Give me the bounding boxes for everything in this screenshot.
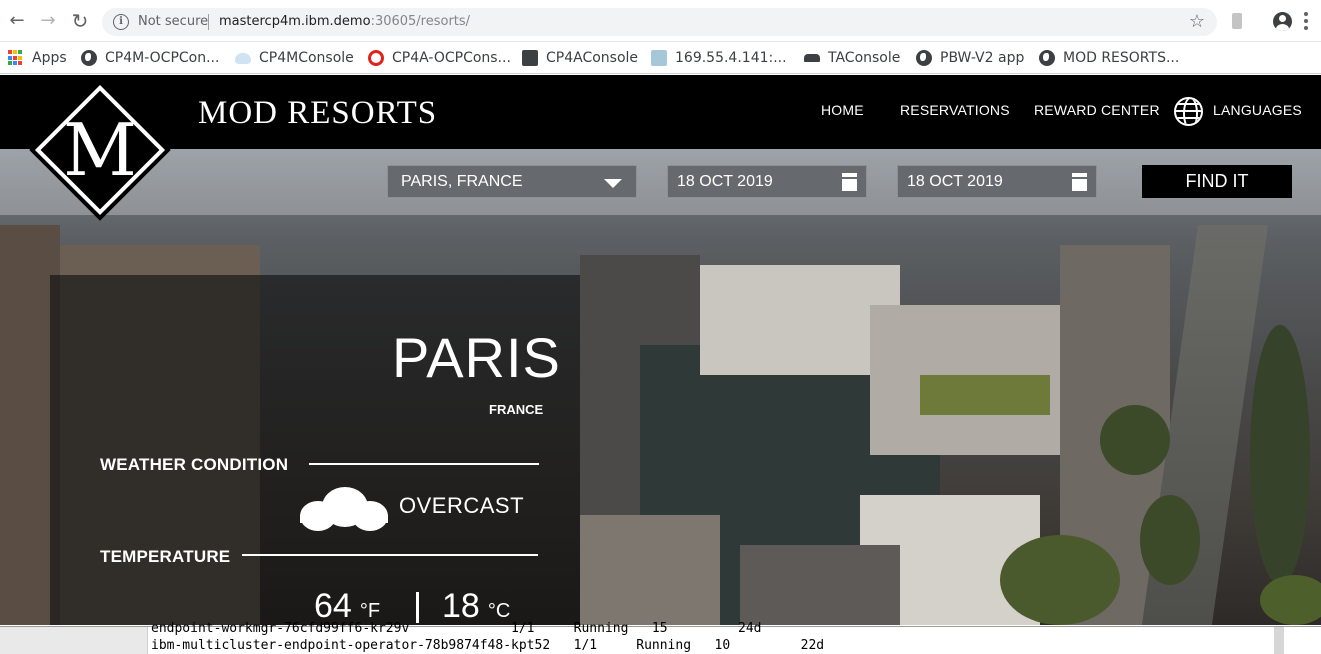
logo-letter: M (63, 108, 137, 192)
bookmark-label: TAConsole (828, 50, 901, 66)
cloud-icon (235, 52, 251, 64)
bookmark-label: Apps (32, 50, 67, 66)
bookmark-label: PBW-V2 app (940, 50, 1025, 66)
bookmark-star-icon[interactable]: ☆ (1189, 11, 1205, 32)
nav-reservations[interactable]: RESERVATIONS (900, 102, 1010, 118)
apps-grid-icon (8, 50, 24, 66)
find-it-button[interactable]: FIND IT (1142, 165, 1292, 198)
globe-icon (1039, 50, 1055, 66)
temperature-separator (416, 592, 419, 623)
city-name: PARIS (392, 326, 561, 389)
nav-reward-center[interactable]: REWARD CENTER (1034, 102, 1160, 118)
terminal-gutter (0, 627, 148, 654)
destination-select[interactable]: PARIS, FRANCE (387, 165, 637, 198)
url-path: :30605/resorts/ (370, 14, 471, 29)
bookmark-label: CP4M-OCPCon... (105, 50, 220, 66)
chevron-down-icon (604, 179, 622, 188)
terminal-scrollbar[interactable] (1274, 627, 1284, 654)
extension-icon[interactable] (1232, 13, 1242, 29)
checkout-date-value: 18 OCT 2019 (907, 173, 1003, 190)
weather-divider (309, 463, 539, 465)
address-bar[interactable]: i Not secure mastercp4m.ibm.demo:30605/r… (102, 8, 1217, 36)
back-arrow-icon[interactable]: ← (6, 10, 28, 32)
url-host: mastercp4m.ibm.demo (219, 14, 371, 29)
calendar-icon[interactable] (842, 173, 857, 191)
profile-avatar-icon[interactable] (1273, 12, 1292, 31)
globe-icon[interactable] (1174, 97, 1203, 126)
brand-name[interactable]: MOD RESORTS (198, 95, 437, 132)
bookmark-label: MOD RESORTS... (1063, 50, 1180, 66)
info-icon[interactable]: i (113, 14, 129, 30)
nav-home[interactable]: HOME (821, 102, 864, 118)
temperature-divider (242, 554, 538, 556)
redhat-icon (368, 50, 384, 66)
browser-toolbar: ← → ↻ i Not secure mastercp4m.ibm.demo:3… (0, 0, 1321, 42)
leaf-icon (651, 50, 667, 66)
url-text[interactable]: mastercp4m.ibm.demo:30605/resorts/ (219, 14, 470, 29)
omnibox-separator (208, 14, 209, 30)
forward-arrow-icon[interactable]: → (37, 10, 59, 32)
terminal-line: ibm-multicluster-endpoint-operator-78b98… (151, 638, 825, 653)
bookmark-cp4a-ocpcons[interactable]: CP4A-OCPCons... (368, 47, 511, 69)
checkin-date-field[interactable]: 18 OCT 2019 (667, 165, 867, 198)
bookmark-label: 169.55.4.141:... (675, 50, 787, 66)
bookmark-pbw-v2-app[interactable]: PBW-V2 app (916, 47, 1024, 69)
temp-c-value: 18 (442, 587, 480, 625)
terminal-window: endpoint-workmgr-76cfd99ff6-kr29v 1/1 Ru… (0, 621, 1321, 654)
globe-icon (81, 50, 97, 66)
nav-languages[interactable]: LANGUAGES (1213, 102, 1302, 118)
cloud-icon (300, 487, 388, 531)
destination-value: PARIS, FRANCE (401, 173, 523, 190)
reload-icon[interactable]: ↻ (69, 10, 91, 32)
resort-page: MOD RESORTS HOME RESERVATIONS REWARD CEN… (0, 75, 1321, 625)
car-icon (804, 54, 820, 62)
search-band (0, 149, 1321, 215)
temp-f-unit: °F (359, 600, 381, 622)
bookmark-mod-resorts[interactable]: MOD RESORTS... (1039, 47, 1179, 69)
cube-icon (522, 50, 538, 66)
checkin-date-value: 18 OCT 2019 (677, 173, 773, 190)
temperature-celsius: 18 °C (442, 587, 510, 625)
temp-c-unit: °C (487, 600, 511, 622)
temperature-label: TEMPERATURE (100, 547, 231, 566)
browser-menu-icon[interactable] (1304, 12, 1308, 30)
bookmark-cp4m-ocpcon[interactable]: CP4M-OCPCon... (81, 47, 219, 69)
terminal-line: endpoint-workmgr-76cfd99ff6-kr29v 1/1 Ru… (151, 621, 762, 636)
weather-condition-label: WEATHER CONDITION (100, 455, 289, 474)
bookmark-label: CP4AConsole (546, 50, 639, 66)
globe-icon (916, 50, 932, 66)
bookmark-taconsole[interactable]: TAConsole (804, 47, 900, 69)
site-header: MOD RESORTS HOME RESERVATIONS REWARD CEN… (0, 75, 1321, 149)
bookmark-apps[interactable]: Apps (8, 47, 67, 69)
bookmark-cp4mconsole[interactable]: CP4MConsole (235, 47, 354, 69)
country-name: FRANCE (489, 402, 544, 417)
checkout-date-field[interactable]: 18 OCT 2019 (897, 165, 1097, 198)
bookmark-label: CP4A-OCPCons... (392, 50, 511, 66)
calendar-icon[interactable] (1072, 173, 1087, 191)
bookmark-label: CP4MConsole (259, 50, 354, 66)
bookmark-cp4aconsole[interactable]: CP4AConsole (522, 47, 638, 69)
bookmark-ip-address[interactable]: 169.55.4.141:... (651, 47, 787, 69)
temp-f-value: 64 (314, 587, 352, 625)
weather-condition-value: OVERCAST (399, 493, 525, 518)
bookmarks-bar: Apps CP4M-OCPCon... CP4MConsole CP4A-OCP… (0, 42, 1321, 74)
security-status: Not secure (138, 14, 209, 29)
temperature-fahrenheit: 64 °F (314, 587, 380, 625)
